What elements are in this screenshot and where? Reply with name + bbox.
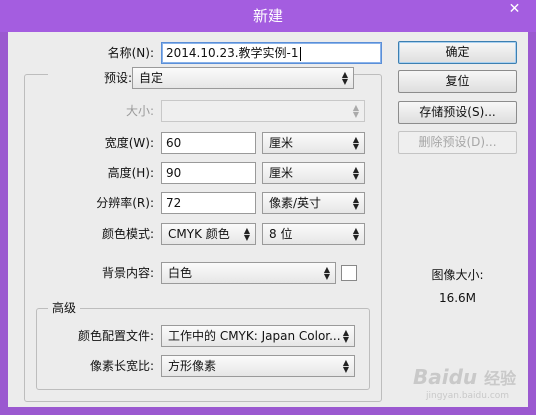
size-select: ▲ ▼ (161, 100, 365, 122)
chevron-updown-icon: ▲ ▼ (352, 195, 359, 211)
color-profile-value: 工作中的 CMYK: Japan Color... (168, 329, 341, 343)
window-title: 新建 (252, 7, 283, 25)
width-unit-value: 厘米 (269, 136, 294, 150)
image-size-label: 图像大小: (431, 268, 484, 282)
height-unit-select[interactable]: 厘米 ▲ ▼ (262, 162, 365, 184)
chevron-updown-icon: ▲ ▼ (352, 165, 359, 181)
watermark-text: 经验 (484, 369, 517, 388)
pixel-aspect-select[interactable]: 方形像素 ▲ ▼ (161, 355, 355, 377)
preset-value: 自定 (139, 71, 164, 85)
advanced-label: 高级 (48, 300, 81, 316)
pixel-aspect-label: 像素长宽比: (89, 359, 154, 373)
reset-button[interactable]: 复位 (398, 70, 517, 93)
pixel-aspect-value: 方形像素 (168, 359, 217, 373)
ok-button[interactable]: 确定 (398, 41, 517, 64)
height-label: 高度(H): (107, 166, 154, 180)
save-preset-button[interactable]: 存储预设(S)... (398, 101, 517, 124)
background-value: 白色 (168, 266, 193, 280)
chevron-updown-icon: ▲ ▼ (323, 265, 330, 281)
background-select[interactable]: 白色 ▲ ▼ (161, 262, 336, 284)
text-caret (299, 46, 301, 61)
color-mode-select[interactable]: CMYK 颜色 ▲ ▼ (161, 223, 256, 245)
chevron-updown-icon: ▲ ▼ (352, 135, 359, 151)
width-label: 宽度(W): (104, 136, 154, 150)
advanced-group (36, 308, 370, 390)
color-profile-select[interactable]: 工作中的 CMYK: Japan Color... ▲ ▼ (161, 325, 355, 347)
image-size-value: 16.6M (438, 291, 477, 305)
watermark-brand-text: Baidu (413, 365, 478, 389)
chevron-updown-icon: ▲ ▼ (243, 226, 250, 242)
color-profile-label: 颜色配置文件: (77, 329, 154, 343)
preset-select[interactable]: 自定 ▲ ▼ (132, 67, 354, 89)
chevron-updown-icon: ▲ ▼ (342, 328, 349, 344)
resolution-label: 分辨率(R): (96, 196, 154, 210)
chevron-updown-icon: ▲ ▼ (341, 70, 348, 86)
background-color-swatch[interactable] (341, 265, 357, 281)
resolution-input[interactable]: 72 (161, 192, 256, 214)
bit-depth-select[interactable]: 8 位 ▲ ▼ (262, 223, 365, 245)
new-document-dialog: 名称(N): 2014.10.23.教学实例-1 预设: 自定 ▲ ▼ 大小: ▲ ▼… (8, 32, 528, 407)
height-input[interactable]: 90 (161, 162, 256, 184)
width-unit-select[interactable]: 厘米 ▲ ▼ (262, 132, 365, 154)
background-label: 背景内容: (101, 266, 154, 280)
watermark-url: jingyan.baidu.com (426, 391, 510, 401)
width-input[interactable]: 60 (161, 132, 256, 154)
watermark-brand: Baidu 经验 (413, 365, 516, 389)
delete-preset-button: 删除预设(D)... (398, 131, 517, 154)
color-mode-label: 颜色模式: (101, 227, 154, 241)
name-input[interactable]: 2014.10.23.教学实例-1 (161, 42, 382, 64)
resolution-unit-select[interactable]: 像素/英寸 ▲ ▼ (262, 192, 365, 214)
color-mode-value: CMYK 颜色 (168, 227, 230, 241)
height-unit-value: 厘米 (269, 166, 294, 180)
close-icon[interactable]: ✕ (493, 0, 536, 20)
resolution-unit-value: 像素/英寸 (269, 196, 322, 210)
name-value: 2014.10.23.教学实例-1 (166, 46, 299, 60)
size-label: 大小: (125, 104, 154, 118)
chevron-updown-icon: ▲ ▼ (352, 103, 359, 119)
chevron-updown-icon: ▲ ▼ (352, 226, 359, 242)
chevron-updown-icon: ▲ ▼ (342, 358, 349, 374)
bit-depth-value: 8 位 (269, 227, 293, 241)
name-label: 名称(N): (107, 46, 154, 60)
preset-label: 预设: (48, 67, 132, 89)
